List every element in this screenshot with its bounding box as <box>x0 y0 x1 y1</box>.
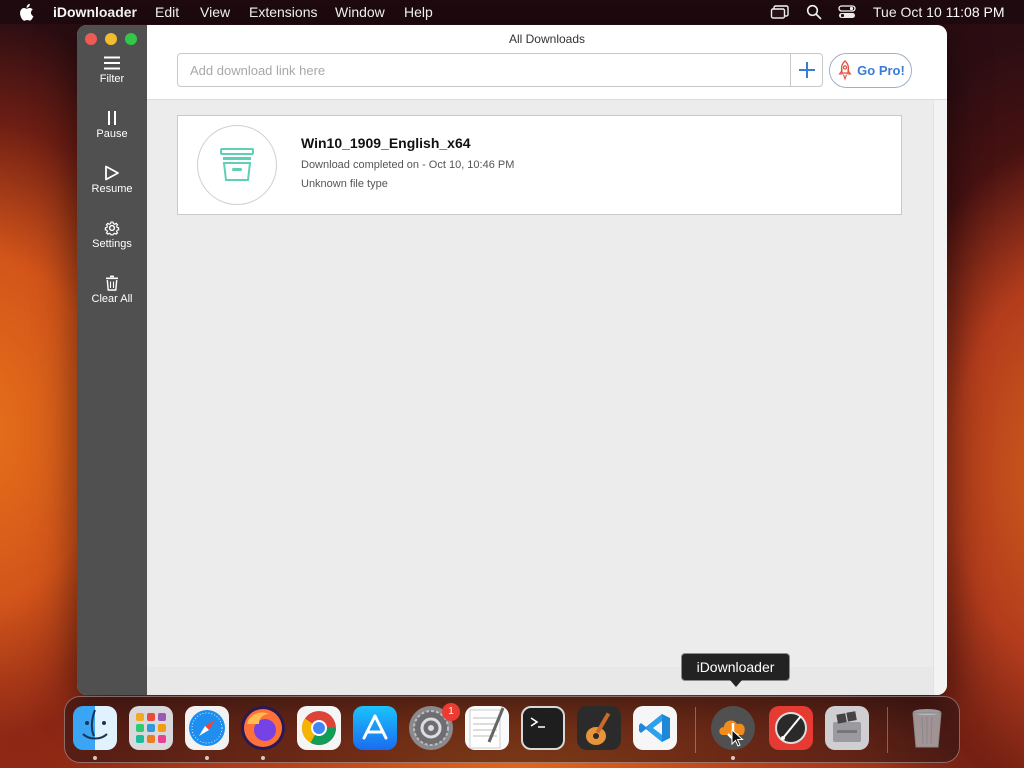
chrome-icon[interactable] <box>297 706 341 750</box>
apple-logo-icon[interactable] <box>18 3 34 21</box>
download-status: Download completed on - Oct 10, 10:46 PM <box>301 159 515 171</box>
sidebar-item-filter[interactable]: Filter <box>77 55 147 101</box>
vscode-icon[interactable] <box>633 706 677 750</box>
archive-box-icon <box>220 148 254 181</box>
hamburger-icon <box>104 56 120 70</box>
control-center-icon[interactable] <box>838 0 856 24</box>
pause-icon <box>108 111 116 125</box>
sidebar-item-resume[interactable]: Resume <box>77 165 147 211</box>
close-window-button[interactable] <box>85 33 97 45</box>
download-link-input[interactable] <box>178 54 790 86</box>
bootcamp-icon[interactable] <box>825 706 869 750</box>
trash-dock-icon[interactable] <box>905 706 949 750</box>
garageband-icon[interactable] <box>577 706 621 750</box>
dock-separator <box>695 707 696 753</box>
menu-view[interactable]: View <box>200 4 230 20</box>
running-indicator <box>261 756 265 760</box>
sidebar-item-clear-all[interactable]: Clear All <box>77 275 147 321</box>
mouse-cursor-icon <box>731 729 744 747</box>
running-indicator <box>731 756 735 760</box>
window-footer <box>147 667 933 695</box>
menubar-clock[interactable]: Tue Oct 10 11:08 PM <box>873 4 1005 20</box>
menu-window[interactable]: Window <box>335 4 385 20</box>
sidebar-item-label: Pause <box>96 128 128 140</box>
dock-separator <box>887 707 888 753</box>
sidebar: Filter Pause Resume Settings Clear All <box>77 25 147 695</box>
download-item[interactable]: Win10_1909_English_x64 Download complete… <box>177 115 902 215</box>
menu-bar: iDownloader Edit View Extensions Window … <box>0 0 1024 24</box>
menu-app-name[interactable]: iDownloader <box>53 4 137 20</box>
spotlight-search-icon[interactable] <box>806 0 822 24</box>
file-icon-container <box>197 125 277 205</box>
play-icon <box>105 165 119 181</box>
plus-icon <box>799 62 815 78</box>
color-meter-icon[interactable] <box>769 706 813 750</box>
app-store-icon[interactable] <box>353 706 397 750</box>
running-indicator <box>205 756 209 760</box>
finder-icon[interactable] <box>73 706 117 750</box>
dock-tooltip-arrow <box>730 680 742 687</box>
textedit-icon[interactable] <box>465 706 509 750</box>
screen-mirroring-icon[interactable] <box>770 0 790 24</box>
downloads-list: Win10_1909_English_x64 Download complete… <box>147 100 933 695</box>
firefox-icon[interactable] <box>241 706 285 750</box>
menu-help[interactable]: Help <box>404 4 433 20</box>
sidebar-item-label: Resume <box>91 183 133 195</box>
safari-icon[interactable] <box>185 706 229 750</box>
dock-tooltip: iDownloader <box>681 653 790 681</box>
sidebar-item-pause[interactable]: Pause <box>77 110 147 156</box>
toolbar: All Downloads Go Pro! <box>147 25 947 100</box>
rocket-icon <box>838 59 852 81</box>
download-file-name: Win10_1909_English_x64 <box>301 135 471 151</box>
trash-icon <box>106 275 118 291</box>
sidebar-item-label: Filter <box>99 73 125 85</box>
gear-icon <box>104 221 120 236</box>
terminal-icon[interactable] <box>521 706 565 750</box>
minimize-window-button[interactable] <box>105 33 117 45</box>
notification-badge: 1 <box>442 703 460 721</box>
go-pro-button[interactable]: Go Pro! <box>829 53 912 88</box>
menu-edit[interactable]: Edit <box>155 4 179 20</box>
sidebar-item-label: Settings <box>92 238 132 250</box>
scrollbar[interactable] <box>933 100 947 695</box>
sidebar-item-settings[interactable]: Settings <box>77 220 147 266</box>
zoom-window-button[interactable] <box>125 33 137 45</box>
window-title: All Downloads <box>508 32 586 46</box>
dock: 1 <box>64 696 960 763</box>
app-window: Filter Pause Resume Settings Clear All A… <box>77 25 947 695</box>
go-pro-label: Go Pro! <box>857 63 905 78</box>
add-download-button[interactable] <box>790 54 823 86</box>
launchpad-icon[interactable] <box>129 706 173 750</box>
menu-extensions[interactable]: Extensions <box>249 4 317 20</box>
sidebar-item-label: Clear All <box>91 293 133 305</box>
running-indicator <box>93 756 97 760</box>
url-input-container <box>177 53 823 87</box>
download-file-type: Unknown file type <box>301 178 388 190</box>
